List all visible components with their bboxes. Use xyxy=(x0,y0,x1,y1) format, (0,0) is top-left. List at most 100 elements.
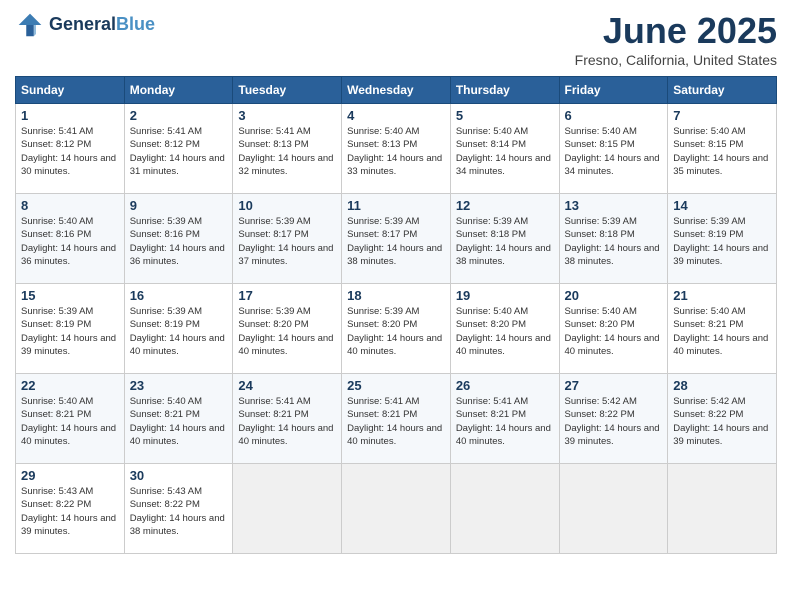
day-info: Sunrise: 5:41 AM Sunset: 8:21 PM Dayligh… xyxy=(347,395,445,448)
header-wednesday: Wednesday xyxy=(342,77,451,104)
day-number: 29 xyxy=(21,468,119,483)
day-info: Sunrise: 5:39 AM Sunset: 8:18 PM Dayligh… xyxy=(565,215,663,268)
header-sunday: Sunday xyxy=(16,77,125,104)
day-number: 8 xyxy=(21,198,119,213)
logo-icon xyxy=(15,10,45,40)
page-header: GeneralBlue June 2025 Fresno, California… xyxy=(15,10,777,68)
day-info: Sunrise: 5:39 AM Sunset: 8:18 PM Dayligh… xyxy=(456,215,554,268)
calendar-cell: 30 Sunrise: 5:43 AM Sunset: 8:22 PM Dayl… xyxy=(124,464,233,554)
calendar-cell xyxy=(559,464,668,554)
day-info: Sunrise: 5:40 AM Sunset: 8:21 PM Dayligh… xyxy=(21,395,119,448)
day-info: Sunrise: 5:41 AM Sunset: 8:12 PM Dayligh… xyxy=(130,125,228,178)
day-info: Sunrise: 5:41 AM Sunset: 8:12 PM Dayligh… xyxy=(21,125,119,178)
day-number: 18 xyxy=(347,288,445,303)
day-number: 10 xyxy=(238,198,336,213)
day-info: Sunrise: 5:40 AM Sunset: 8:21 PM Dayligh… xyxy=(130,395,228,448)
day-number: 16 xyxy=(130,288,228,303)
calendar-cell: 18 Sunrise: 5:39 AM Sunset: 8:20 PM Dayl… xyxy=(342,284,451,374)
calendar-cell: 28 Sunrise: 5:42 AM Sunset: 8:22 PM Dayl… xyxy=(668,374,777,464)
day-number: 17 xyxy=(238,288,336,303)
calendar-table: Sunday Monday Tuesday Wednesday Thursday… xyxy=(15,76,777,554)
day-number: 30 xyxy=(130,468,228,483)
day-info: Sunrise: 5:39 AM Sunset: 8:20 PM Dayligh… xyxy=(238,305,336,358)
calendar-cell: 13 Sunrise: 5:39 AM Sunset: 8:18 PM Dayl… xyxy=(559,194,668,284)
calendar-cell xyxy=(668,464,777,554)
day-info: Sunrise: 5:40 AM Sunset: 8:21 PM Dayligh… xyxy=(673,305,771,358)
day-number: 24 xyxy=(238,378,336,393)
day-number: 28 xyxy=(673,378,771,393)
header-thursday: Thursday xyxy=(450,77,559,104)
day-info: Sunrise: 5:41 AM Sunset: 8:21 PM Dayligh… xyxy=(456,395,554,448)
day-info: Sunrise: 5:42 AM Sunset: 8:22 PM Dayligh… xyxy=(673,395,771,448)
calendar-cell: 10 Sunrise: 5:39 AM Sunset: 8:17 PM Dayl… xyxy=(233,194,342,284)
calendar-cell: 26 Sunrise: 5:41 AM Sunset: 8:21 PM Dayl… xyxy=(450,374,559,464)
weekday-header-row: Sunday Monday Tuesday Wednesday Thursday… xyxy=(16,77,777,104)
calendar-cell: 2 Sunrise: 5:41 AM Sunset: 8:12 PM Dayli… xyxy=(124,104,233,194)
day-info: Sunrise: 5:39 AM Sunset: 8:16 PM Dayligh… xyxy=(130,215,228,268)
calendar-cell: 7 Sunrise: 5:40 AM Sunset: 8:15 PM Dayli… xyxy=(668,104,777,194)
header-tuesday: Tuesday xyxy=(233,77,342,104)
day-number: 26 xyxy=(456,378,554,393)
calendar-cell xyxy=(233,464,342,554)
day-number: 15 xyxy=(21,288,119,303)
calendar-cell: 29 Sunrise: 5:43 AM Sunset: 8:22 PM Dayl… xyxy=(16,464,125,554)
day-number: 25 xyxy=(347,378,445,393)
calendar-cell: 16 Sunrise: 5:39 AM Sunset: 8:19 PM Dayl… xyxy=(124,284,233,374)
calendar-row-5: 29 Sunrise: 5:43 AM Sunset: 8:22 PM Dayl… xyxy=(16,464,777,554)
calendar-cell: 3 Sunrise: 5:41 AM Sunset: 8:13 PM Dayli… xyxy=(233,104,342,194)
day-info: Sunrise: 5:39 AM Sunset: 8:17 PM Dayligh… xyxy=(347,215,445,268)
calendar-cell: 20 Sunrise: 5:40 AM Sunset: 8:20 PM Dayl… xyxy=(559,284,668,374)
calendar-row-2: 8 Sunrise: 5:40 AM Sunset: 8:16 PM Dayli… xyxy=(16,194,777,284)
day-info: Sunrise: 5:43 AM Sunset: 8:22 PM Dayligh… xyxy=(130,485,228,538)
day-info: Sunrise: 5:39 AM Sunset: 8:20 PM Dayligh… xyxy=(347,305,445,358)
day-number: 14 xyxy=(673,198,771,213)
calendar-cell: 14 Sunrise: 5:39 AM Sunset: 8:19 PM Dayl… xyxy=(668,194,777,284)
calendar-cell: 11 Sunrise: 5:39 AM Sunset: 8:17 PM Dayl… xyxy=(342,194,451,284)
day-info: Sunrise: 5:41 AM Sunset: 8:21 PM Dayligh… xyxy=(238,395,336,448)
calendar-cell: 9 Sunrise: 5:39 AM Sunset: 8:16 PM Dayli… xyxy=(124,194,233,284)
day-number: 12 xyxy=(456,198,554,213)
day-info: Sunrise: 5:39 AM Sunset: 8:19 PM Dayligh… xyxy=(673,215,771,268)
day-info: Sunrise: 5:42 AM Sunset: 8:22 PM Dayligh… xyxy=(565,395,663,448)
day-info: Sunrise: 5:40 AM Sunset: 8:15 PM Dayligh… xyxy=(565,125,663,178)
day-number: 21 xyxy=(673,288,771,303)
calendar-row-1: 1 Sunrise: 5:41 AM Sunset: 8:12 PM Dayli… xyxy=(16,104,777,194)
day-number: 6 xyxy=(565,108,663,123)
day-number: 4 xyxy=(347,108,445,123)
header-monday: Monday xyxy=(124,77,233,104)
day-number: 2 xyxy=(130,108,228,123)
day-number: 22 xyxy=(21,378,119,393)
day-info: Sunrise: 5:39 AM Sunset: 8:17 PM Dayligh… xyxy=(238,215,336,268)
day-info: Sunrise: 5:39 AM Sunset: 8:19 PM Dayligh… xyxy=(130,305,228,358)
day-number: 5 xyxy=(456,108,554,123)
day-info: Sunrise: 5:43 AM Sunset: 8:22 PM Dayligh… xyxy=(21,485,119,538)
day-info: Sunrise: 5:40 AM Sunset: 8:14 PM Dayligh… xyxy=(456,125,554,178)
calendar-cell: 6 Sunrise: 5:40 AM Sunset: 8:15 PM Dayli… xyxy=(559,104,668,194)
calendar-cell: 24 Sunrise: 5:41 AM Sunset: 8:21 PM Dayl… xyxy=(233,374,342,464)
calendar-cell: 22 Sunrise: 5:40 AM Sunset: 8:21 PM Dayl… xyxy=(16,374,125,464)
day-number: 3 xyxy=(238,108,336,123)
calendar-cell: 1 Sunrise: 5:41 AM Sunset: 8:12 PM Dayli… xyxy=(16,104,125,194)
day-info: Sunrise: 5:40 AM Sunset: 8:13 PM Dayligh… xyxy=(347,125,445,178)
calendar-cell: 23 Sunrise: 5:40 AM Sunset: 8:21 PM Dayl… xyxy=(124,374,233,464)
calendar-cell: 5 Sunrise: 5:40 AM Sunset: 8:14 PM Dayli… xyxy=(450,104,559,194)
logo-text: GeneralBlue xyxy=(49,15,155,35)
day-number: 23 xyxy=(130,378,228,393)
calendar-cell xyxy=(342,464,451,554)
day-info: Sunrise: 5:40 AM Sunset: 8:20 PM Dayligh… xyxy=(565,305,663,358)
month-title: June 2025 xyxy=(575,10,777,52)
day-number: 13 xyxy=(565,198,663,213)
day-number: 7 xyxy=(673,108,771,123)
day-number: 27 xyxy=(565,378,663,393)
calendar-cell: 21 Sunrise: 5:40 AM Sunset: 8:21 PM Dayl… xyxy=(668,284,777,374)
calendar-cell: 4 Sunrise: 5:40 AM Sunset: 8:13 PM Dayli… xyxy=(342,104,451,194)
day-info: Sunrise: 5:41 AM Sunset: 8:13 PM Dayligh… xyxy=(238,125,336,178)
day-number: 11 xyxy=(347,198,445,213)
calendar-cell: 8 Sunrise: 5:40 AM Sunset: 8:16 PM Dayli… xyxy=(16,194,125,284)
day-info: Sunrise: 5:40 AM Sunset: 8:20 PM Dayligh… xyxy=(456,305,554,358)
logo: GeneralBlue xyxy=(15,10,155,40)
calendar-cell: 15 Sunrise: 5:39 AM Sunset: 8:19 PM Dayl… xyxy=(16,284,125,374)
day-number: 1 xyxy=(21,108,119,123)
calendar-cell: 19 Sunrise: 5:40 AM Sunset: 8:20 PM Dayl… xyxy=(450,284,559,374)
day-number: 9 xyxy=(130,198,228,213)
